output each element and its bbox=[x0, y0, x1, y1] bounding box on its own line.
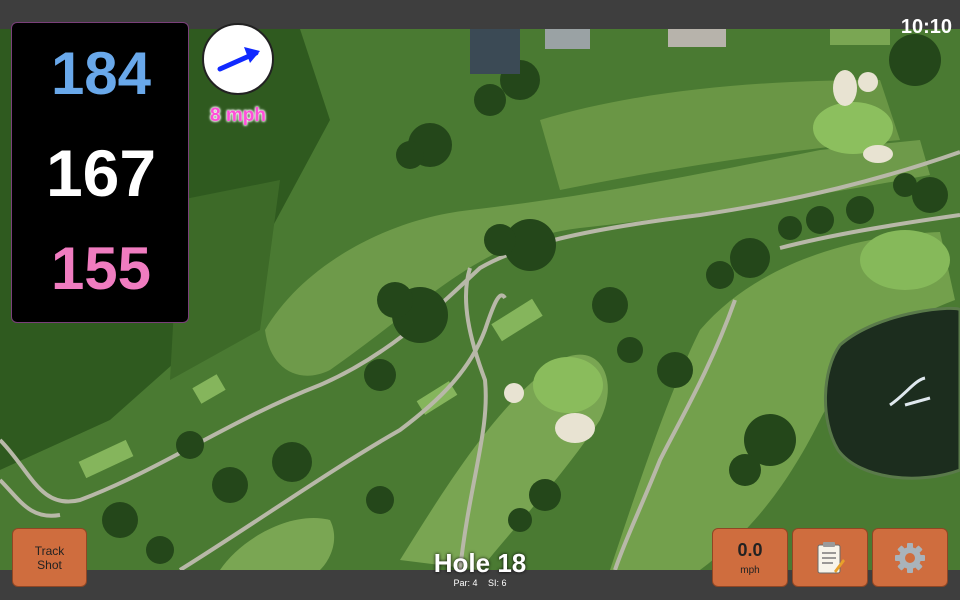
wind-speed-button[interactable]: 0.0 mph bbox=[712, 528, 788, 587]
wind-direction-dial bbox=[202, 23, 274, 95]
settings-button[interactable] bbox=[872, 528, 948, 587]
hole-par: Par: 4 bbox=[453, 578, 478, 588]
clock-time: 10:10 bbox=[900, 16, 952, 38]
wind-button-unit: mph bbox=[740, 564, 760, 576]
arrow-icon bbox=[217, 47, 260, 72]
track-shot-button[interactable]: Track Shot bbox=[12, 528, 87, 587]
track-shot-label: Track Shot bbox=[34, 543, 65, 572]
notes-button[interactable] bbox=[792, 528, 868, 587]
wind-speed-label: 8 mph bbox=[210, 105, 266, 126]
front-distance: 155 bbox=[50, 235, 152, 302]
center-distance: 167 bbox=[45, 136, 157, 210]
wind-button-value: 0.0 bbox=[737, 539, 763, 560]
back-distance: 184 bbox=[50, 40, 152, 107]
hole-title: Hole 18 bbox=[433, 548, 527, 578]
hole-meta: Par: 4 SI: 6 bbox=[380, 578, 580, 588]
hole-si: SI: 6 bbox=[488, 578, 507, 588]
gear-icon bbox=[895, 542, 925, 573]
distance-panel: 184 167 155 bbox=[11, 22, 189, 323]
hole-info: Hole 18 Par: 4 SI: 6 bbox=[380, 548, 580, 588]
notepad-icon bbox=[817, 541, 845, 573]
